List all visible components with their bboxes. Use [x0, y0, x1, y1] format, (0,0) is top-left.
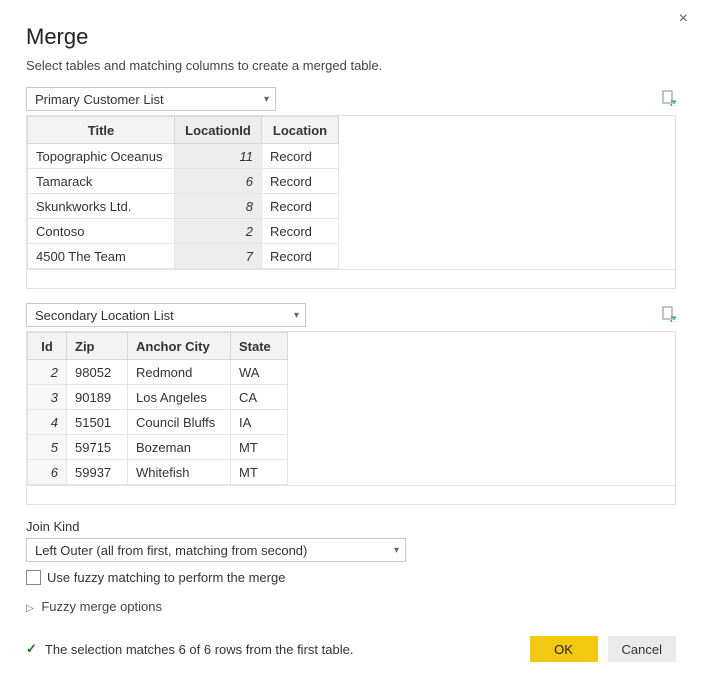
table-cell: Record [262, 169, 339, 194]
table-cell: Bozeman [128, 435, 231, 460]
table-cell: Skunkworks Ltd. [28, 194, 175, 219]
primary-table-selected: Primary Customer List [35, 92, 164, 107]
primary-table-preview: TitleLocationIdLocationTopographic Ocean… [26, 115, 676, 289]
table-cell: 11 [175, 144, 262, 169]
join-kind-dropdown[interactable]: Left Outer (all from first, matching fro… [26, 538, 406, 562]
table-cell: Record [262, 144, 339, 169]
secondary-table-preview: IdZipAnchor CityState298052RedmondWA3901… [26, 331, 676, 505]
chevron-down-icon: ▾ [294, 310, 299, 321]
column-header[interactable]: LocationId [175, 117, 262, 144]
fuzzy-options-expander[interactable]: ▷ Fuzzy merge options [26, 599, 676, 614]
table-row[interactable]: 4500 The Team7Record [28, 244, 339, 269]
column-header[interactable]: Zip [67, 333, 128, 360]
chevron-right-icon: ▷ [26, 603, 34, 614]
status-message: The selection matches 6 of 6 rows from t… [45, 642, 354, 657]
table-cell: 98052 [67, 360, 128, 385]
fuzzy-options-label: Fuzzy merge options [41, 599, 162, 614]
column-header[interactable]: Id [28, 333, 67, 360]
secondary-preview-table[interactable]: IdZipAnchor CityState298052RedmondWA3901… [27, 332, 288, 485]
table-cell: Whitefish [128, 460, 231, 485]
merge-dialog: Merge Select tables and matching columns… [0, 0, 702, 682]
table-cell: Redmond [128, 360, 231, 385]
table-cell: 4500 The Team [28, 244, 175, 269]
dialog-subtitle: Select tables and matching columns to cr… [26, 58, 676, 73]
table-cell: Tamarack [28, 169, 175, 194]
primary-table-dropdown[interactable]: Primary Customer List ▾ [26, 87, 276, 111]
join-kind-label: Join Kind [26, 519, 676, 534]
close-icon[interactable]: × [679, 10, 688, 28]
table-cell: 2 [175, 219, 262, 244]
column-header[interactable]: Title [28, 117, 175, 144]
table-row[interactable]: Skunkworks Ltd.8Record [28, 194, 339, 219]
dialog-title: Merge [26, 24, 676, 50]
table-row[interactable]: 298052RedmondWA [28, 360, 288, 385]
table-row[interactable]: 390189Los AngelesCA [28, 385, 288, 410]
table-cell: 59937 [67, 460, 128, 485]
join-kind-selected: Left Outer (all from first, matching fro… [35, 543, 307, 558]
refresh-preview-icon[interactable] [660, 306, 676, 325]
table-cell: 8 [175, 194, 262, 219]
fuzzy-matching-checkbox[interactable] [26, 570, 41, 585]
cancel-button[interactable]: Cancel [608, 636, 676, 662]
table-row[interactable]: 559715BozemanMT [28, 435, 288, 460]
table-cell: Los Angeles [128, 385, 231, 410]
table-cell: 6 [175, 169, 262, 194]
table-cell: 5 [28, 435, 67, 460]
fuzzy-matching-label: Use fuzzy matching to perform the merge [47, 570, 285, 585]
table-row[interactable]: Tamarack6Record [28, 169, 339, 194]
table-cell: 2 [28, 360, 67, 385]
chevron-down-icon: ▾ [394, 545, 399, 556]
column-header[interactable]: Location [262, 117, 339, 144]
table-cell: Contoso [28, 219, 175, 244]
refresh-preview-icon[interactable] [660, 90, 676, 109]
table-cell: 3 [28, 385, 67, 410]
table-row[interactable]: Topographic Oceanus11Record [28, 144, 339, 169]
table-cell: 6 [28, 460, 67, 485]
table-cell: Record [262, 244, 339, 269]
table-cell: CA [231, 385, 288, 410]
chevron-down-icon: ▾ [264, 94, 269, 105]
table-cell: MT [231, 460, 288, 485]
table-cell: 7 [175, 244, 262, 269]
secondary-table-selected: Secondary Location List [35, 308, 174, 323]
table-cell: 4 [28, 410, 67, 435]
table-cell: 51501 [67, 410, 128, 435]
table-cell: IA [231, 410, 288, 435]
table-cell: Council Bluffs [128, 410, 231, 435]
column-header[interactable]: State [231, 333, 288, 360]
ok-button[interactable]: OK [530, 636, 598, 662]
table-cell: WA [231, 360, 288, 385]
table-row[interactable]: 451501Council BluffsIA [28, 410, 288, 435]
secondary-table-dropdown[interactable]: Secondary Location List ▾ [26, 303, 306, 327]
table-row[interactable]: 659937WhitefishMT [28, 460, 288, 485]
checkmark-icon: ✓ [26, 641, 37, 657]
table-cell: Record [262, 194, 339, 219]
column-header[interactable]: Anchor City [128, 333, 231, 360]
primary-preview-table[interactable]: TitleLocationIdLocationTopographic Ocean… [27, 116, 339, 269]
table-cell: MT [231, 435, 288, 460]
table-cell: 90189 [67, 385, 128, 410]
table-cell: Topographic Oceanus [28, 144, 175, 169]
table-cell: 59715 [67, 435, 128, 460]
table-row[interactable]: Contoso2Record [28, 219, 339, 244]
table-cell: Record [262, 219, 339, 244]
